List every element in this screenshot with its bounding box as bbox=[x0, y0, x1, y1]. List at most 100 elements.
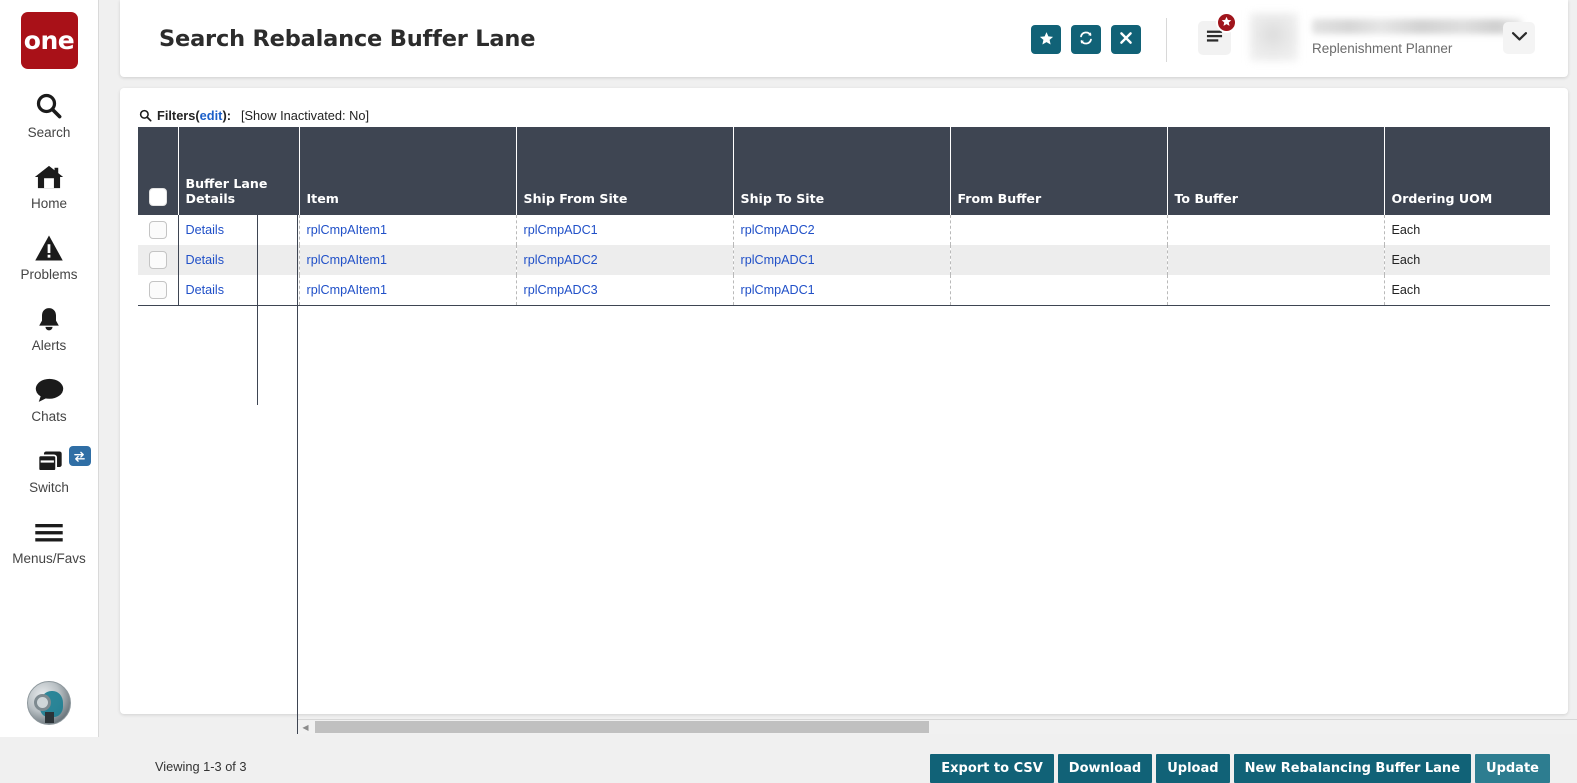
cell-ship-from-site: rplCmpADC2 bbox=[516, 245, 733, 275]
cell-buffer-lane-details: Details bbox=[178, 275, 299, 305]
sidebar-item-label: Menus/Favs bbox=[12, 551, 86, 566]
cell-ship-to-site: rplCmpADC1 bbox=[733, 275, 950, 305]
table-row[interactable]: Details rplCmpAItem1 rplCmpADC3 rplCmpAD… bbox=[138, 275, 1550, 305]
sidebar-item-label: Alerts bbox=[32, 338, 67, 353]
ship-to-link[interactable]: rplCmpADC2 bbox=[741, 223, 815, 237]
cell-ship-from-site: rplCmpADC3 bbox=[516, 275, 733, 305]
sidebar-item-switch[interactable]: Switch bbox=[0, 444, 99, 495]
upload-button[interactable]: Upload bbox=[1156, 754, 1229, 783]
download-button[interactable]: Download bbox=[1058, 754, 1152, 783]
export-to-csv-button[interactable]: Export to CSV bbox=[930, 754, 1054, 783]
header-divider bbox=[1166, 18, 1167, 62]
table-row[interactable]: Details rplCmpAItem1 rplCmpADC2 rplCmpAD… bbox=[138, 245, 1550, 275]
column-header-ship-to-site[interactable]: Ship To Site bbox=[733, 127, 950, 215]
row-checkbox[interactable] bbox=[149, 221, 167, 239]
update-button[interactable]: Update bbox=[1475, 754, 1550, 783]
record-count-label: Viewing 1-3 of 3 bbox=[155, 759, 247, 774]
select-all-checkbox[interactable] bbox=[149, 188, 167, 206]
sidebar-item-label: Switch bbox=[29, 480, 69, 495]
sidebar-item-search[interactable]: Search bbox=[0, 89, 99, 140]
windows-stack-icon bbox=[34, 444, 65, 478]
favorite-button[interactable] bbox=[1031, 25, 1061, 54]
hamburger-icon bbox=[33, 515, 65, 549]
results-table: Buffer Lane Details Item Ship From Site … bbox=[138, 127, 1550, 306]
select-all-header bbox=[138, 127, 178, 215]
horizontal-scrollbar[interactable]: ◀ ▶ bbox=[298, 719, 1577, 734]
column-header-from-buffer[interactable]: From Buffer bbox=[950, 127, 1167, 215]
favorites-badge[interactable] bbox=[1216, 12, 1237, 33]
content-panel: Filters ( edit ): [Show Inactivated: No] bbox=[120, 88, 1568, 714]
row-checkbox[interactable] bbox=[149, 281, 167, 299]
results-table-container: Buffer Lane Details Item Ship From Site … bbox=[138, 127, 1550, 316]
column-header-ship-from-site[interactable]: Ship From Site bbox=[516, 127, 733, 215]
user-menu-toggle[interactable] bbox=[1503, 22, 1535, 54]
cell-ordering-uom: Each bbox=[1384, 245, 1550, 275]
user-name bbox=[1312, 19, 1522, 34]
row-checkbox[interactable] bbox=[149, 251, 167, 269]
bell-icon bbox=[35, 302, 63, 336]
swap-arrows-icon[interactable] bbox=[69, 446, 91, 466]
ship-to-link[interactable]: rplCmpADC1 bbox=[741, 253, 815, 267]
main-area: Search Rebalance Buffer Lane bbox=[99, 0, 1577, 737]
refresh-button[interactable] bbox=[1071, 25, 1101, 54]
cell-to-buffer bbox=[1167, 275, 1384, 305]
sidebar-item-home[interactable]: Home bbox=[0, 160, 99, 211]
filters-status: [Show Inactivated: No] bbox=[241, 108, 369, 123]
cell-buffer-lane-details: Details bbox=[178, 245, 299, 275]
triangle-left-icon[interactable]: ◀ bbox=[298, 720, 313, 734]
page-title: Search Rebalance Buffer Lane bbox=[159, 26, 535, 52]
sidebar-item-label: Problems bbox=[20, 267, 77, 282]
star-icon bbox=[1221, 14, 1232, 32]
cell-ship-from-site: rplCmpADC1 bbox=[516, 215, 733, 245]
user-menu[interactable]: Replenishment Planner bbox=[1250, 10, 1540, 68]
filters-edit-link[interactable]: edit bbox=[200, 108, 223, 123]
item-link[interactable]: rplCmpAItem1 bbox=[307, 283, 387, 297]
sidebar-item-label: Home bbox=[31, 196, 67, 211]
item-link[interactable]: rplCmpAItem1 bbox=[307, 223, 387, 237]
column-header-ordering-uom[interactable]: Ordering UOM bbox=[1384, 127, 1550, 215]
ship-from-link[interactable]: rplCmpADC3 bbox=[524, 283, 598, 297]
ship-to-link[interactable]: rplCmpADC1 bbox=[741, 283, 815, 297]
column-header-buffer-lane-details[interactable]: Buffer Lane Details bbox=[178, 127, 299, 215]
sidebar-item-menus-favs[interactable]: Menus/Favs bbox=[0, 515, 99, 566]
sidebar-item-chats[interactable]: Chats bbox=[0, 373, 99, 424]
avatar-ring-shape bbox=[34, 694, 51, 711]
row-select-cell bbox=[138, 215, 178, 245]
column-header-to-buffer[interactable]: To Buffer bbox=[1167, 127, 1384, 215]
details-link[interactable]: Details bbox=[186, 223, 225, 237]
sidebar-item-problems[interactable]: Problems bbox=[0, 231, 99, 282]
row-select-cell bbox=[138, 245, 178, 275]
avatar-neck-shape bbox=[45, 712, 54, 723]
close-button[interactable] bbox=[1111, 25, 1141, 54]
item-link[interactable]: rplCmpAItem1 bbox=[307, 253, 387, 267]
user-avatar-icon[interactable] bbox=[27, 681, 71, 725]
filters-colon: ): bbox=[222, 108, 231, 123]
ship-from-link[interactable]: rplCmpADC1 bbox=[524, 223, 598, 237]
table-body: Details rplCmpAItem1 rplCmpADC1 rplCmpAD… bbox=[138, 215, 1550, 305]
user-role: Replenishment Planner bbox=[1312, 41, 1452, 56]
cell-ordering-uom: Each bbox=[1384, 215, 1550, 245]
column-header-item[interactable]: Item bbox=[299, 127, 516, 215]
sidebar-item-label: Search bbox=[28, 125, 71, 140]
brand-logo[interactable]: one bbox=[21, 12, 78, 69]
cell-ship-to-site: rplCmpADC1 bbox=[733, 245, 950, 275]
scrollbar-thumb[interactable] bbox=[315, 721, 929, 733]
cell-buffer-lane-details: Details bbox=[178, 215, 299, 245]
new-rebalancing-buffer-lane-button[interactable]: New Rebalancing Buffer Lane bbox=[1234, 754, 1471, 783]
filters-bar: Filters ( edit ): [Show Inactivated: No] bbox=[139, 108, 369, 123]
table-header: Buffer Lane Details Item Ship From Site … bbox=[138, 127, 1550, 215]
sidebar-item-alerts[interactable]: Alerts bbox=[0, 302, 99, 353]
cell-from-buffer bbox=[950, 275, 1167, 305]
avatar bbox=[1250, 13, 1298, 61]
chat-bubble-icon bbox=[34, 373, 65, 407]
details-link[interactable]: Details bbox=[186, 253, 225, 267]
cell-item: rplCmpAItem1 bbox=[299, 245, 516, 275]
star-icon bbox=[1039, 31, 1054, 49]
home-icon bbox=[33, 160, 65, 194]
ship-from-link[interactable]: rplCmpADC2 bbox=[524, 253, 598, 267]
table-row[interactable]: Details rplCmpAItem1 rplCmpADC1 rplCmpAD… bbox=[138, 215, 1550, 245]
left-sidebar: one Search Home Problems Alerts Chats bbox=[0, 0, 99, 737]
details-link[interactable]: Details bbox=[186, 283, 225, 297]
cell-to-buffer bbox=[1167, 215, 1384, 245]
cell-from-buffer bbox=[950, 215, 1167, 245]
